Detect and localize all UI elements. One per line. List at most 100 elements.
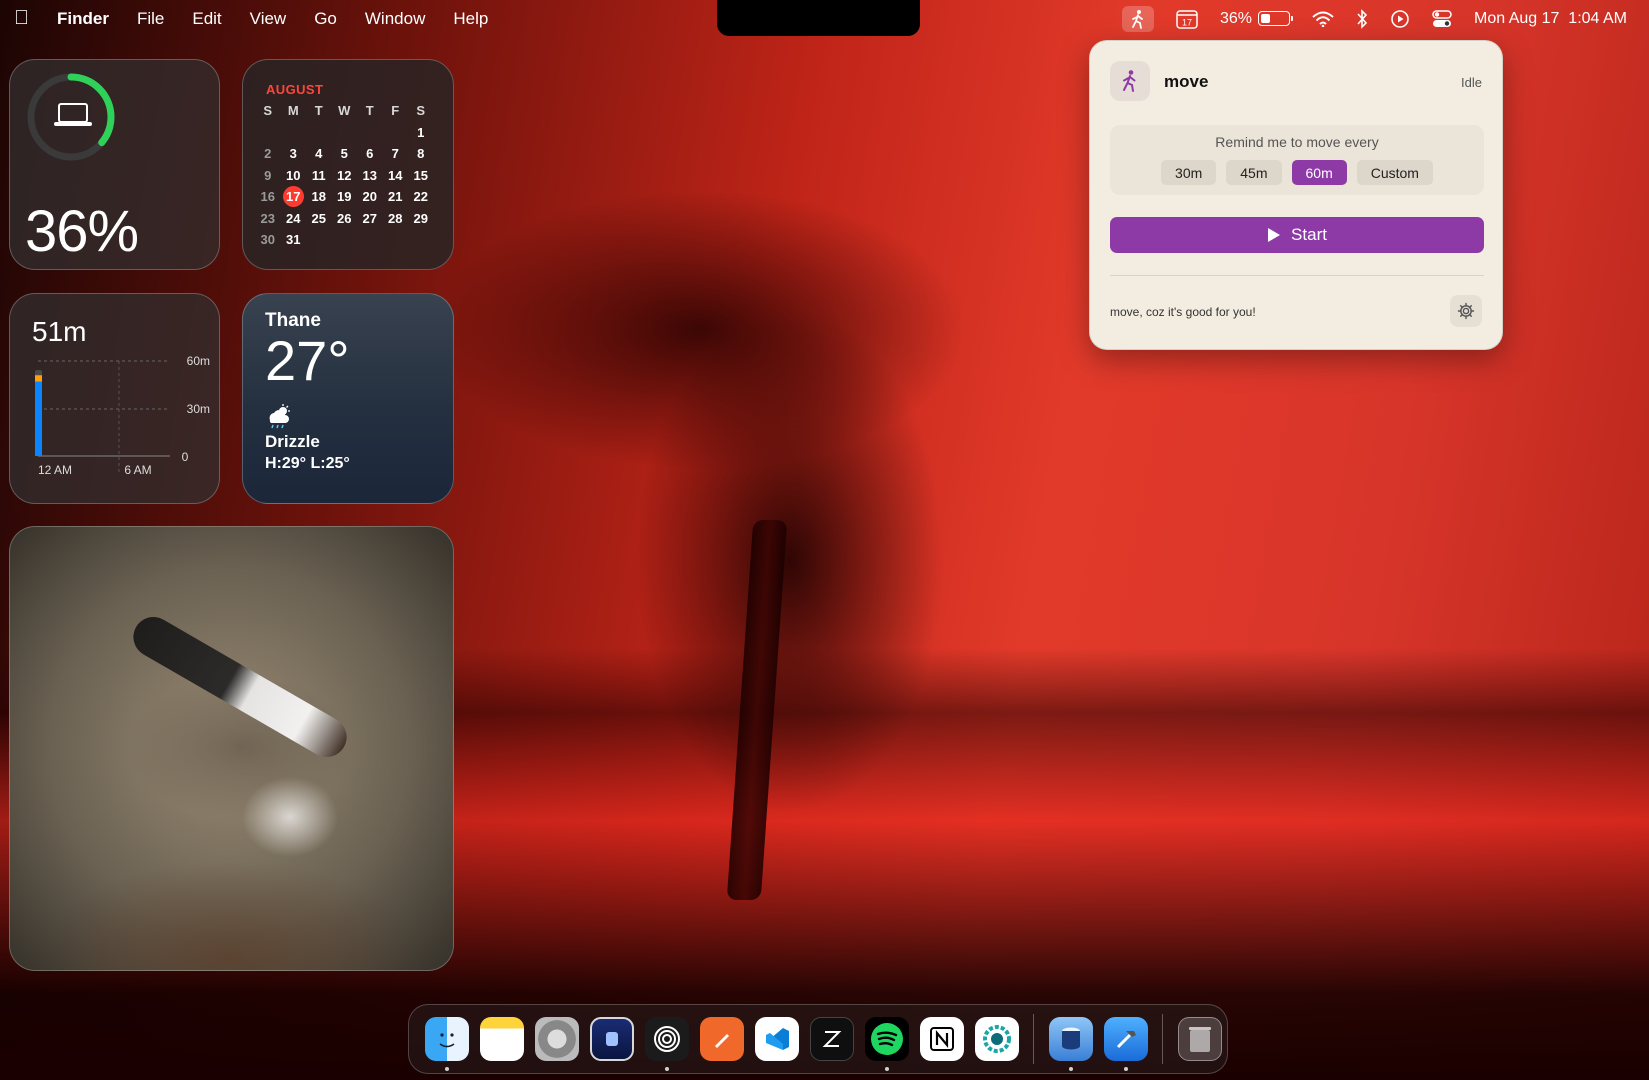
dock [408,1004,1228,1074]
now-playing-icon[interactable] [1390,6,1410,32]
ring-app-icon[interactable] [644,1017,689,1071]
calendar-day [306,229,332,251]
calendar-day: 30 [260,232,275,248]
interval-30m-button[interactable]: 30m [1161,160,1217,185]
menubar-clock[interactable]: Mon Aug 17 1:04 AM [1474,10,1627,28]
y-tick-60m: 60m [187,354,210,368]
menu-go[interactable]: Go [314,9,337,29]
photo-widget[interactable] [9,526,454,971]
menu-view[interactable]: View [250,9,287,29]
menu-file[interactable]: File [137,9,164,29]
drizzle-icon [265,404,431,430]
calendar-day: 29 [413,210,428,226]
move-walking-icon[interactable] [1121,5,1154,32]
calendar-day: 14 [388,167,403,183]
teal-app-icon[interactable] [974,1017,1019,1061]
calendar-day: 27 [362,210,377,226]
control-center-icon[interactable] [1432,6,1452,32]
menu-help[interactable]: Help [453,9,488,29]
screen-time-chart: 60m 30m 0 12 AM 6 AM [35,354,210,477]
calendar-day: 18 [311,189,326,205]
weekday-header: T [365,103,374,119]
dock-separator [1033,1014,1034,1064]
interval-options: 30m 45m 60m Custom [1110,160,1484,185]
wallpaper-tree [726,520,788,900]
blue-app-icon[interactable] [589,1017,634,1061]
interval-60m-button[interactable]: 60m [1291,160,1347,185]
weather-condition: Drizzle [265,432,320,451]
menu-window[interactable]: Window [365,9,425,29]
weather-temperature: 27° [265,329,350,392]
bar-productive [35,381,42,456]
trash-icon[interactable] [1177,1017,1222,1061]
calendar-day: 20 [362,189,377,205]
y-tick-0: 0 [182,450,189,464]
calendar-day [357,229,383,251]
y-tick-30m: 30m [187,402,210,416]
zed-icon[interactable] [809,1017,854,1061]
calendar-widget[interactable]: AUGUST S M T W T F S 1 2 3 4 5 6 7 8 9 10 11 12 13 14 15 16 17 1… [242,59,454,270]
calendar-day [332,229,358,251]
calendar-day [306,122,332,144]
pencil-app-icon[interactable] [699,1017,744,1061]
battery-icon [1258,11,1293,26]
weekday-header: M [287,103,299,119]
x-tick-12am: 12 AM [38,463,72,477]
photo-figure [126,609,354,765]
weekday-header: S [416,103,426,119]
spotify-icon[interactable] [864,1017,909,1071]
interval-custom-button[interactable]: Custom [1356,160,1433,185]
calendar-tray-icon[interactable]: 17 [1176,6,1198,32]
battery-percent-text: 36% [1219,9,1252,27]
system-settings-icon[interactable] [534,1017,579,1061]
calendar-day [332,122,358,144]
start-button[interactable]: Start [1110,217,1484,253]
battery-widget[interactable]: 36% [9,59,220,270]
calendar-day: 15 [413,167,428,183]
gear-icon [1457,302,1475,320]
apple-menu-icon[interactable]:  [14,7,29,30]
interval-45m-button[interactable]: 45m [1226,160,1282,185]
calendar-day: 19 [337,189,352,205]
calendar-month: AUGUST [266,82,324,97]
xcode-icon[interactable] [1103,1017,1148,1071]
app-menu-finder[interactable]: Finder [57,9,109,29]
calendar-day [408,229,434,251]
battery-status[interactable]: 36% [1219,6,1293,32]
calendar-day: 31 [286,232,301,248]
weekday-header: S [263,103,273,119]
calendar-day: 4 [315,146,323,162]
notes-icon[interactable] [479,1017,524,1061]
bluetooth-icon[interactable] [1356,6,1368,32]
calendar-day: 24 [286,210,301,226]
calendar-day: 7 [391,146,399,162]
calendar-day: 23 [260,210,275,226]
start-button-label: Start [1291,225,1327,244]
screen-time-widget[interactable]: 51m 60m 30m 0 12 AM 6 AM [9,293,220,504]
calendar-day [383,229,409,251]
calendar-day: 3 [289,146,297,162]
notion-icon[interactable] [919,1017,964,1061]
vscode-icon[interactable] [754,1017,799,1061]
dock-separator-trash [1162,1014,1163,1064]
svg-text:17: 17 [1182,17,1192,27]
settings-button[interactable] [1450,295,1482,327]
finder-icon[interactable] [424,1017,469,1071]
popover-divider [1110,275,1484,276]
database-app-icon[interactable] [1048,1017,1093,1071]
x-tick-6am: 6 AM [124,463,151,477]
popover-status: Idle [1461,75,1482,90]
bar-other [35,375,42,382]
camera-notch [717,0,920,36]
calendar-day: 26 [337,210,352,226]
weather-widget[interactable]: Thane 27° Drizzle H:29° L:25° [242,293,454,504]
popover-footer-text: move, coz it's good for you! [1110,305,1256,319]
play-icon [1268,228,1281,242]
wifi-icon[interactable] [1312,6,1334,32]
menu-edit[interactable]: Edit [192,9,221,29]
interval-card: Remind me to move every 30m 45m 60m Cust… [1110,125,1484,195]
calendar-day: 12 [337,167,352,183]
calendar-day: 5 [340,146,348,162]
interval-prompt: Remind me to move every [1215,134,1379,150]
calendar-day: 21 [388,189,403,205]
